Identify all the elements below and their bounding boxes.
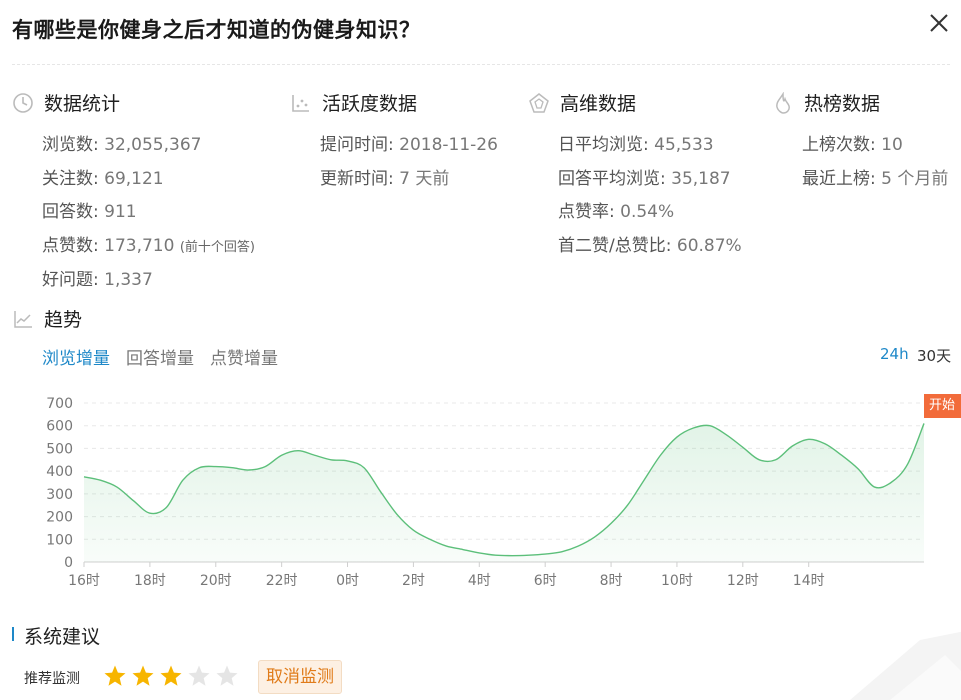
section-stats-title: 数据统计 [44, 93, 121, 115]
section-stats-header: 数据统计 [12, 89, 120, 116]
y-tick-label: 500 [46, 441, 73, 457]
scatter-chart-icon [292, 94, 309, 112]
stat-followers: 关注数: 69,121 [42, 169, 164, 189]
tab-answers-increment[interactable]: 回答增量 [126, 344, 194, 369]
x-tick-label: 2时 [402, 573, 425, 589]
stat-ask-time: 提问时间: 2018-11-26 [320, 135, 498, 155]
divider [12, 64, 950, 65]
section-advanced-title: 高维数据 [560, 93, 637, 115]
tab-views-increment[interactable]: 浏览增量 [42, 344, 110, 369]
section-activity-title: 活跃度数据 [322, 93, 418, 115]
y-tick-label: 700 [46, 396, 73, 412]
x-tick-label: 4时 [468, 573, 491, 589]
flame-icon [776, 91, 790, 114]
section-hot-header: 热榜数据 [772, 89, 880, 116]
y-tick-label: 100 [46, 532, 73, 548]
x-tick-label: 14时 [793, 573, 825, 589]
section-activity-header: 活跃度数据 [290, 89, 417, 116]
stat-top-two-ratio: 首二赞/总赞比: 60.87% [558, 236, 742, 256]
start-badge: 开始 [924, 394, 961, 418]
x-tick-label: 8时 [600, 573, 623, 589]
section-accent-bar [12, 627, 14, 641]
star-icon[interactable] [215, 664, 239, 688]
y-tick-label: 600 [46, 419, 73, 435]
watermark-icon [850, 631, 961, 700]
y-tick-label: 200 [46, 510, 73, 526]
star-icon[interactable] [187, 664, 211, 688]
section-hot-title: 热榜数据 [804, 93, 881, 115]
page-title: 有哪些是你健身之后才知道的伪健身知识？ [12, 18, 421, 42]
y-tick-label: 400 [46, 464, 73, 480]
x-tick-label: 20时 [200, 573, 232, 589]
trend-tabs: 浏览增量 回答增量 点赞增量 [42, 344, 278, 369]
radar-icon [529, 92, 549, 113]
section-trend-header: 趋势 [12, 305, 82, 332]
close-icon[interactable] [928, 12, 950, 34]
stat-like-rate: 点赞率: 0.54% [558, 202, 675, 222]
stat-daily-views: 日平均浏览: 45,533 [558, 135, 714, 155]
series-area [84, 423, 924, 562]
x-tick-label: 22时 [266, 573, 298, 589]
section-trend-title: 趋势 [44, 309, 83, 331]
x-tick-label: 16时 [68, 573, 100, 589]
stat-good-question: 好问题: 1,337 [42, 270, 153, 290]
star-icon[interactable] [131, 664, 155, 688]
stat-answers: 回答数: 911 [42, 202, 137, 222]
range-30d[interactable]: 30天 [917, 345, 951, 366]
tab-likes-increment[interactable]: 点赞增量 [210, 344, 278, 369]
section-suggest-title: 系统建议 [24, 626, 101, 648]
stat-last-hot: 最近上榜: 5 个月前 [802, 169, 949, 189]
stat-likes: 点赞数: 173,710 (前十个回答) [42, 236, 256, 256]
stat-update-time: 更新时间: 7 天前 [320, 169, 450, 189]
y-tick-label: 0 [64, 555, 73, 571]
x-tick-label: 18时 [134, 573, 166, 589]
x-tick-label: 12时 [727, 573, 759, 589]
trend-chart: 0 100 200 300 400 500 600 700 16时 18时 20时 22时 0时 2时 4时… [46, 396, 925, 589]
range-24h[interactable]: 24h [880, 345, 909, 363]
stat-views: 浏览数: 32,055,367 [42, 135, 202, 155]
x-tick-label: 0时 [336, 573, 359, 589]
section-advanced-header: 高维数据 [528, 89, 636, 116]
star-icon[interactable] [159, 664, 183, 688]
star-icon[interactable] [103, 664, 127, 688]
line-chart-icon [14, 310, 32, 328]
stat-hot-count: 上榜次数: 10 [802, 135, 903, 155]
x-tick-label: 6时 [534, 573, 557, 589]
cancel-monitor-button[interactable]: 取消监测 [258, 660, 342, 694]
recommend-monitor-label: 推荐监测 [24, 671, 80, 687]
clock-icon [13, 92, 33, 113]
stat-answer-avg-views: 回答平均浏览: 35,187 [558, 169, 731, 189]
x-tick-label: 10时 [661, 573, 693, 589]
rating-stars [103, 664, 239, 688]
y-tick-label: 300 [46, 487, 73, 503]
